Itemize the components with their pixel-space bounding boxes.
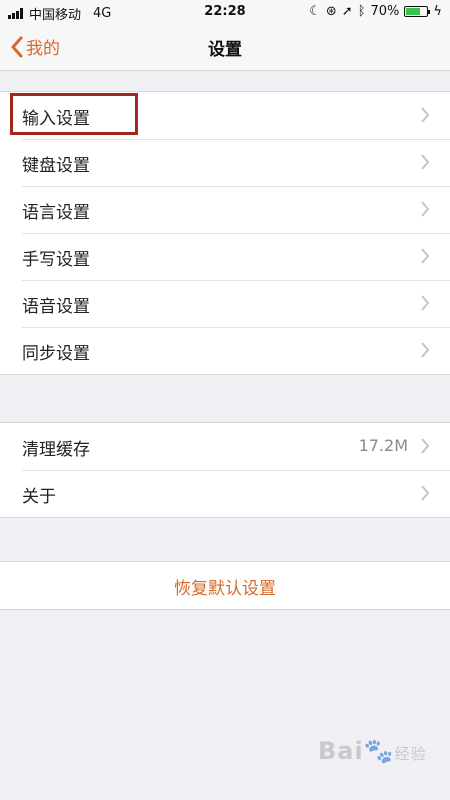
settings-item-keyboard[interactable]: 键盘设置 — [0, 139, 450, 186]
settings-item-handwriting[interactable]: 手写设置 — [0, 233, 450, 280]
watermark: Bai🐾经验 — [318, 737, 427, 765]
settings-item-input[interactable]: 输入设置 — [0, 92, 450, 139]
chevron-right-icon — [421, 342, 430, 358]
chevron-right-icon — [421, 154, 430, 170]
chevron-right-icon — [421, 201, 430, 217]
page-title: 设置 — [208, 40, 242, 60]
charging-icon: ϟ — [433, 4, 442, 19]
settings-item-label: 同步设置 — [22, 344, 90, 364]
battery-percent: 70% — [370, 4, 400, 19]
moon-icon: ☾ — [309, 4, 321, 19]
chevron-right-icon — [421, 485, 430, 501]
settings-group-2: 清理缓存 17.2M 关于 — [0, 422, 450, 518]
cache-size: 17.2M — [358, 436, 408, 455]
settings-item-label: 语言设置 — [22, 203, 90, 223]
paw-icon: 🐾 — [363, 737, 395, 765]
status-right: ☾ ⊛ ➚ ᛒ 70% ϟ — [309, 4, 442, 19]
chevron-right-icon — [421, 438, 430, 454]
reset-defaults-label: 恢复默认设置 — [174, 579, 276, 599]
settings-item-label: 输入设置 — [22, 109, 90, 129]
settings-item-label: 语音设置 — [22, 297, 90, 317]
reset-defaults-button[interactable]: 恢复默认设置 — [0, 561, 450, 610]
settings-item-sync[interactable]: 同步设置 — [0, 327, 450, 374]
chevron-right-icon — [421, 107, 430, 123]
settings-item-label: 关于 — [22, 487, 56, 507]
settings-item-voice[interactable]: 语音设置 — [0, 280, 450, 327]
lock-rotation-icon: ⊛ — [325, 4, 337, 19]
settings-item-language[interactable]: 语言设置 — [0, 186, 450, 233]
status-bar: 中国移动 4G 22:28 ☾ ⊛ ➚ ᛒ 70% ϟ — [0, 0, 450, 24]
settings-item-clear-cache[interactable]: 清理缓存 17.2M — [0, 423, 450, 470]
settings-item-label: 清理缓存 — [22, 440, 90, 460]
watermark-text: Bai — [318, 737, 364, 765]
settings-item-label: 键盘设置 — [22, 156, 90, 176]
chevron-right-icon — [421, 295, 430, 311]
settings-group-1: 输入设置 键盘设置 语言设置 手写设置 语音设置 同步设置 — [0, 91, 450, 375]
nav-bar: 我的 设置 — [0, 24, 450, 71]
watermark-text-2: 经验 — [394, 745, 427, 763]
settings-item-about[interactable]: 关于 — [0, 470, 450, 517]
chevron-right-icon — [421, 248, 430, 264]
location-icon: ➚ — [341, 4, 353, 19]
settings-item-label: 手写设置 — [22, 250, 90, 270]
bluetooth-icon: ᛒ — [357, 4, 366, 19]
battery-icon — [404, 6, 431, 17]
